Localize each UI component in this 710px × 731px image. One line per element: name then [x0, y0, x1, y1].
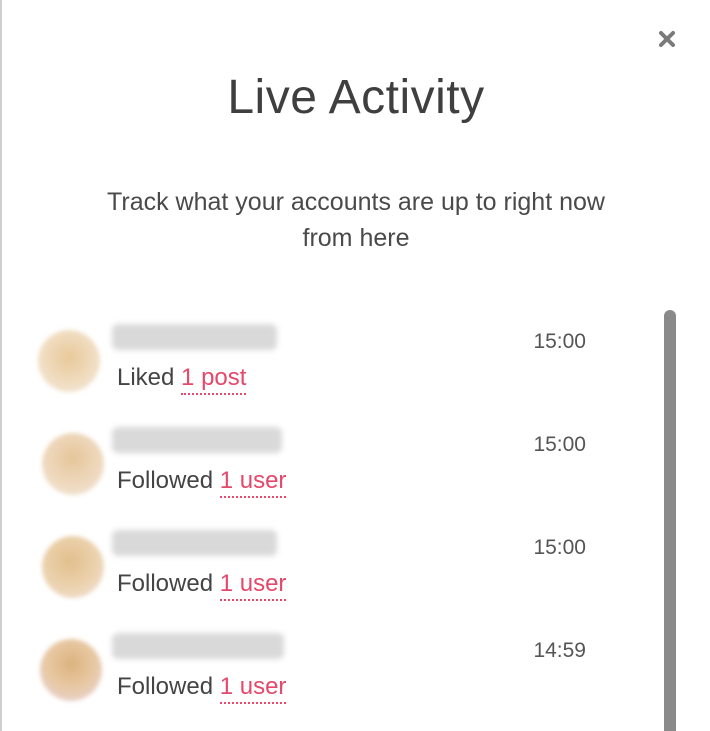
activity-item: Liked 1 post 15:00	[2, 310, 642, 400]
activity-time: 14:59	[533, 639, 586, 662]
activity-time: 15:00	[533, 330, 586, 353]
activity-description: Followed 1 user	[117, 570, 287, 601]
activity-description: Followed 1 user	[117, 467, 287, 498]
close-icon[interactable]	[654, 26, 680, 52]
avatar	[42, 433, 104, 495]
feed-scrollbar[interactable]	[664, 310, 676, 731]
activity-item: Followed 1 user 15:00	[2, 413, 642, 503]
activity-target-link[interactable]: 1 user	[219, 673, 287, 704]
activity-time: 15:00	[533, 536, 586, 559]
activity-time: 15:00	[533, 433, 586, 456]
blurred-account-name	[112, 324, 277, 350]
activity-action: Followed	[117, 570, 214, 597]
avatar	[38, 330, 100, 392]
panel-subtitle: Track what your accounts are up to right…	[107, 188, 605, 252]
activity-description: Followed 1 user	[117, 673, 287, 704]
panel-title: Live Activity	[227, 71, 485, 124]
activity-target-link[interactable]: 1 user	[219, 570, 287, 601]
live-activity-panel: Live Activity Track what your accounts a…	[0, 0, 710, 731]
activity-action: Liked	[117, 364, 175, 391]
activity-target-link[interactable]: 1 user	[219, 467, 287, 498]
avatar	[42, 536, 104, 598]
activity-feed: Liked 1 post 15:00 Followed 1 user 15:00…	[2, 310, 710, 731]
activity-action: Followed	[117, 673, 214, 700]
activity-description: Liked 1 post	[117, 364, 247, 395]
blurred-account-name	[112, 427, 282, 453]
avatar	[40, 639, 102, 701]
activity-item: Followed 1 user 15:00	[2, 516, 642, 606]
activity-target-link[interactable]: 1 post	[181, 364, 247, 395]
activity-item: Followed 1 user 14:59	[2, 619, 642, 709]
blurred-account-name	[112, 530, 277, 556]
activity-action: Followed	[117, 467, 214, 494]
blurred-account-name	[112, 633, 284, 659]
